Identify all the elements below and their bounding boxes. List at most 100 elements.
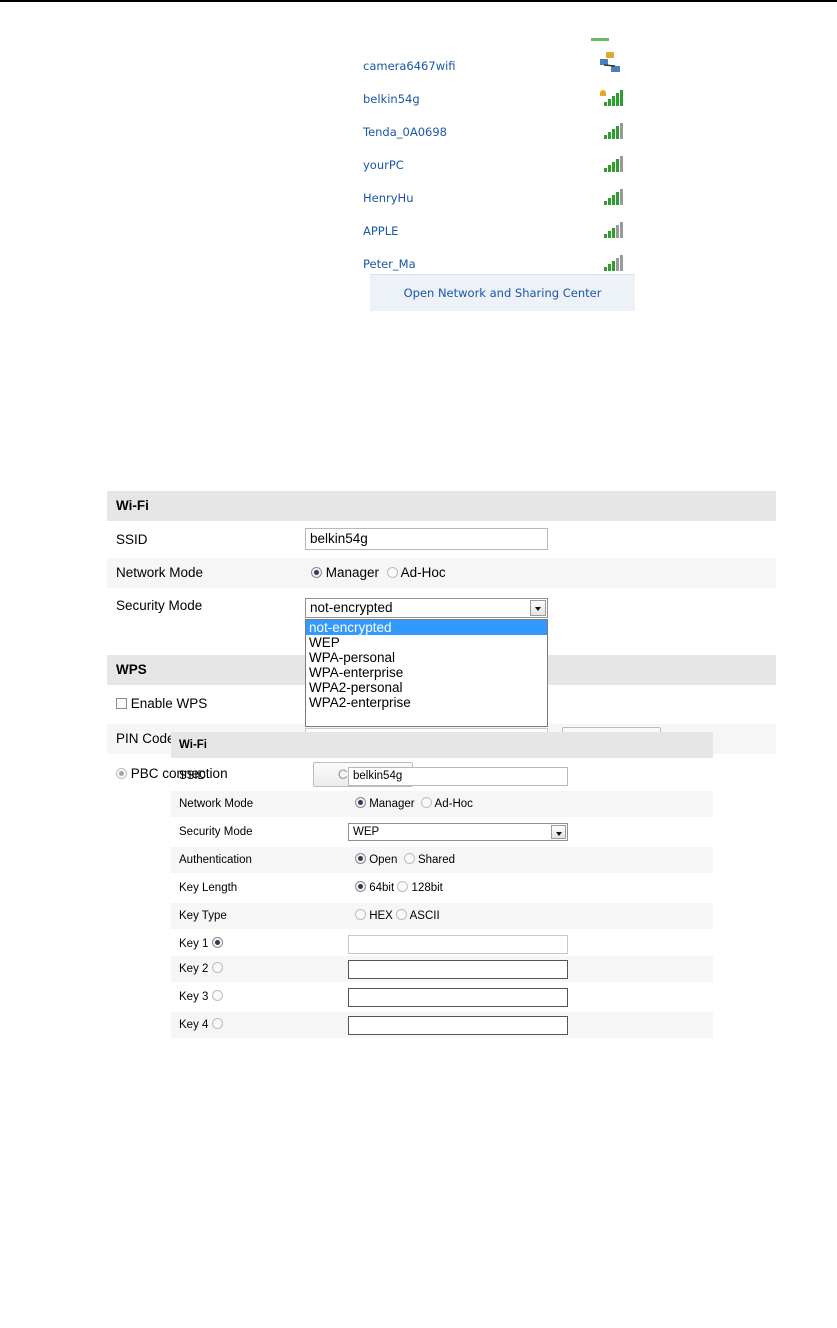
network-mode-row: Network Mode Manager Ad-Hoc [171, 791, 713, 817]
ssid-input[interactable]: belkin54g [348, 767, 568, 786]
key-label: Key 2 [179, 963, 209, 975]
64bit-label: 64bit [369, 882, 395, 894]
security-mode-label: Security Mode [116, 598, 203, 613]
security-mode-label: Security Mode [179, 826, 253, 838]
manager-radio[interactable] [355, 797, 366, 808]
security-mode-select[interactable]: WEP [348, 823, 568, 841]
key-row: Key 1 [171, 931, 713, 957]
secured-signal-icon [600, 90, 623, 106]
ssid-label: SSID [116, 532, 148, 547]
network-item[interactable]: HenryHu [363, 189, 635, 223]
security-mode-value: not-encrypted [310, 600, 393, 615]
network-mode-options: Manager Ad-Hoc [311, 558, 446, 588]
dropdown-option[interactable]: WPA-enterprise [306, 665, 547, 680]
page-top-rule [0, 0, 837, 2]
64bit-radio[interactable] [355, 881, 366, 892]
dropdown-option[interactable]: not-encrypted [306, 620, 547, 635]
128bit-radio[interactable] [397, 881, 409, 892]
network-center-footer: Open Network and Sharing Center [370, 274, 635, 311]
security-mode-row: Security Mode WEP [171, 819, 713, 845]
dropdown-option[interactable]: WPA-personal [306, 650, 547, 665]
network-name: HenryHu [363, 191, 414, 205]
open-radio[interactable] [355, 853, 366, 864]
wifi-section-header: Wi-Fi [107, 491, 776, 521]
scrolled-item-peek [591, 38, 609, 41]
open-network-center-link[interactable]: Open Network and Sharing Center [370, 275, 635, 311]
network-item[interactable]: camera6467wifi [363, 52, 635, 91]
key-label: Key 4 [179, 1019, 209, 1031]
key-length-label: Key Length [179, 882, 238, 894]
key-radio[interactable] [211, 962, 223, 973]
authentication-row: Authentication Open Shared [171, 847, 713, 873]
enable-wps-label: Enable WPS [130, 696, 208, 711]
adhoc-network-icon [600, 52, 620, 72]
network-mode-options: Manager Ad-Hoc [355, 791, 473, 817]
key-type-label: Key Type [179, 910, 227, 922]
dropdown-option[interactable]: WEP [306, 635, 547, 650]
security-mode-dropdown: not-encrypted WEP WPA-personal WPA-enter… [305, 619, 548, 727]
dropdown-option[interactable]: WPA2-personal [306, 680, 547, 695]
security-mode-value: WEP [353, 826, 380, 838]
128bit-label: 128bit [411, 882, 443, 894]
key-row: Key 2 [171, 956, 713, 982]
ssid-input[interactable]: belkin54g [305, 528, 548, 550]
key-input[interactable] [348, 988, 568, 1007]
signal-strength-icon [604, 156, 623, 172]
authentication-label: Authentication [179, 854, 252, 866]
security-mode-row: Security Mode not-encrypted [107, 591, 776, 621]
enable-wps-checkbox[interactable] [116, 698, 127, 709]
key-option: Key 3 [179, 984, 223, 1010]
key-input[interactable] [348, 935, 568, 954]
signal-strength-icon [604, 189, 623, 205]
adhoc-label: Ad-Hoc [400, 565, 446, 580]
network-name: APPLE [363, 224, 399, 238]
authentication-options: Open Shared [355, 847, 455, 873]
key-row: Key 3 [171, 984, 713, 1010]
manager-radio[interactable] [311, 567, 322, 578]
key-radio[interactable] [211, 937, 223, 948]
network-item[interactable]: Tenda_0A0698 [363, 123, 635, 157]
signal-strength-icon [604, 255, 623, 271]
shared-radio[interactable] [403, 853, 415, 864]
signal-strength-icon [604, 123, 623, 139]
key-label: Key 1 [179, 938, 209, 950]
wifi-section-header: Wi-Fi [171, 732, 713, 758]
network-item[interactable]: yourPC [363, 156, 635, 190]
pin-code-label: PIN Code [116, 731, 175, 746]
chevron-down-icon[interactable] [551, 825, 566, 839]
network-item[interactable]: belkin54g [363, 90, 635, 124]
key-option: Key 2 [179, 956, 223, 982]
key-type-row: Key Type HEX ASCII [171, 903, 713, 929]
key-label: Key 3 [179, 991, 209, 1003]
key-length-options: 64bit 128bit [355, 875, 443, 901]
network-item[interactable]: APPLE [363, 222, 635, 256]
manager-label: Manager [325, 565, 380, 580]
ssid-row: SSID belkin54g [107, 525, 776, 555]
key-option: Key 4 [179, 1012, 223, 1038]
section-title: WPS [116, 662, 147, 677]
key-radio[interactable] [211, 1018, 223, 1029]
key-input[interactable] [348, 1016, 568, 1035]
key-row: Key 4 [171, 1012, 713, 1038]
wep-settings-panel: Wi-Fi SSID belkin54g Network Mode Manage… [171, 732, 713, 977]
hex-radio[interactable] [355, 909, 366, 920]
enable-wps-option: Enable WPS [116, 689, 207, 719]
available-networks-list: camera6467wifi belkin54g Tenda_0A0698 yo… [363, 38, 635, 311]
network-name: belkin54g [363, 92, 420, 106]
key-type-options: HEX ASCII [355, 903, 440, 929]
signal-strength-icon [604, 222, 623, 238]
wep-key-rows: Key 2 Key 3 Key 4 [171, 956, 713, 1042]
pbc-radio[interactable] [116, 768, 127, 779]
dropdown-option[interactable]: WPA2-enterprise [306, 695, 547, 710]
network-mode-row: Network Mode Manager Ad-Hoc [107, 558, 776, 588]
security-mode-select[interactable]: not-encrypted [305, 598, 548, 618]
key-input[interactable] [348, 960, 568, 979]
ascii-radio[interactable] [396, 909, 408, 920]
adhoc-radio[interactable] [386, 567, 398, 578]
key-radio[interactable] [211, 990, 223, 1001]
network-mode-label: Network Mode [179, 798, 254, 810]
ssid-label: SSID [179, 770, 206, 782]
key-option: Key 1 [179, 931, 223, 957]
adhoc-radio[interactable] [420, 797, 432, 808]
chevron-down-icon[interactable] [530, 600, 546, 616]
